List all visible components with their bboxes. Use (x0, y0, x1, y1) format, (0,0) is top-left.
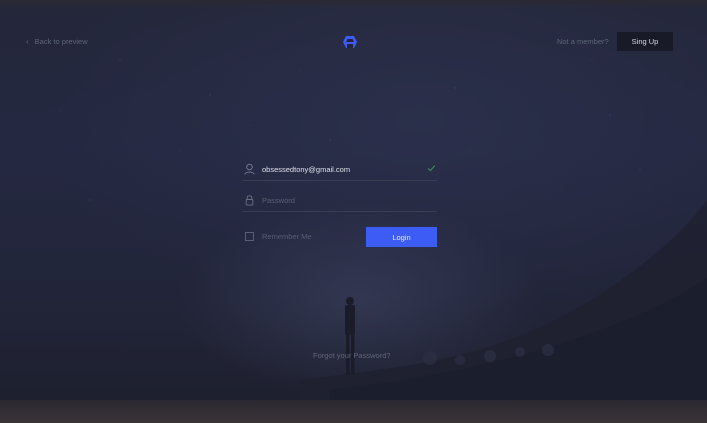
person-silhouette (345, 297, 355, 375)
email-input[interactable] (262, 162, 422, 176)
logo-icon (343, 36, 357, 48)
password-input[interactable] (262, 193, 422, 207)
login-page: ‹ Back to preview Not a member? Sing Up … (0, 0, 707, 423)
back-to-preview-link[interactable]: ‹ Back to preview (26, 37, 88, 46)
checkbox-box[interactable] (245, 232, 254, 241)
forgot-password-link[interactable]: Forgot your Password? (313, 351, 391, 360)
sign-up-button[interactable]: Sing Up (617, 32, 673, 51)
remember-me-checkbox[interactable]: Remember Me (245, 232, 312, 241)
user-icon (244, 163, 255, 175)
email-field[interactable] (242, 160, 437, 181)
chevron-left-icon: ‹ (26, 37, 29, 46)
remember-me-label: Remember Me (262, 232, 312, 241)
not-a-member-text: Not a member? (557, 37, 609, 46)
lock-icon (245, 195, 254, 206)
back-to-preview-label: Back to preview (34, 37, 88, 46)
check-icon (427, 165, 436, 172)
password-field[interactable] (242, 191, 437, 212)
bottom-edge (0, 400, 707, 423)
login-button[interactable]: Login (366, 227, 437, 247)
